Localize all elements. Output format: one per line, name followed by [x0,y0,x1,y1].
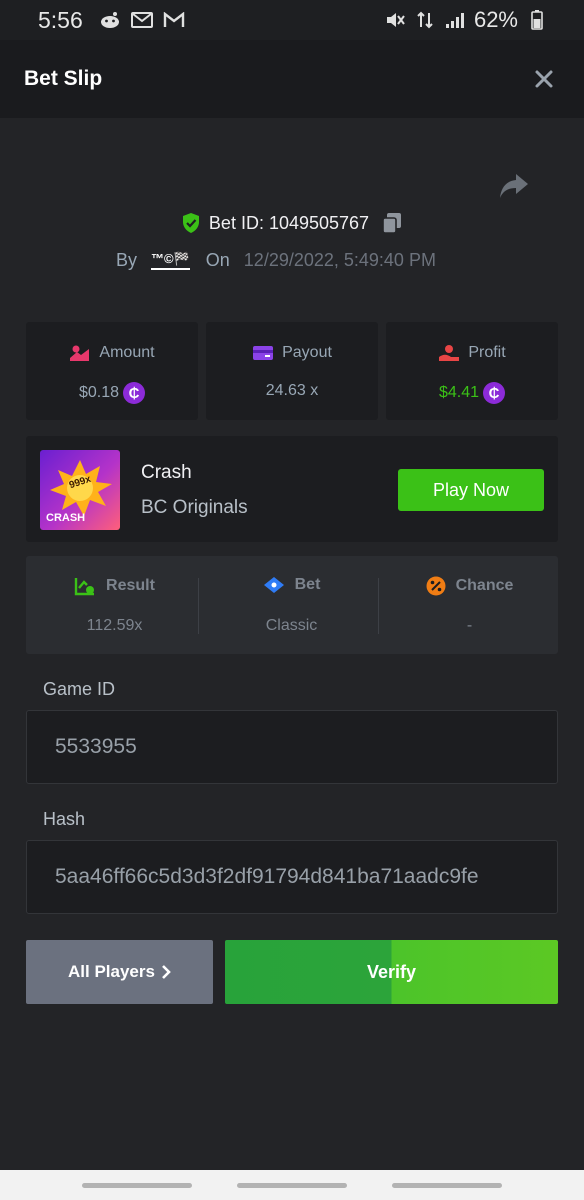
nav-back-button[interactable] [391,1182,502,1188]
amount-card: Amount $0.18 ₵ [26,322,198,420]
game-name: Crash [141,462,192,483]
bet-value: Classic [265,617,318,634]
bet-label: Bet [294,576,321,593]
bet-date: 12/29/2022, 5:49:40 PM [243,250,436,270]
share-button[interactable] [498,172,532,202]
chevron-right-icon [162,965,171,979]
data-icon [414,11,436,29]
chance-label: Chance [455,577,514,594]
gmail-icon [130,11,153,29]
game-id-field[interactable]: 5533955 [26,710,558,784]
username-link[interactable]: ™©🏁 [151,251,190,270]
payout-card: Payout 24.63 x [206,322,378,420]
notification-icons [99,11,185,29]
result-value: 112.59x [86,617,143,634]
payout-label: Payout [282,344,332,361]
profit-label: Profit [468,344,506,361]
reddit-icon [99,11,121,29]
signal-icon [444,11,466,29]
payout-icon [253,346,274,360]
percent-icon [426,576,446,596]
bet-id: Bet ID: 1049505767 [208,212,370,233]
play-now-button[interactable]: Play Now [398,469,544,511]
result-card: Result 112.59x Bet Classic Chance - [26,556,558,654]
profit-icon [439,345,460,361]
close-icon [535,70,553,88]
shield-check-icon [182,213,199,233]
by-label: By [116,250,138,270]
system-nav-bar [0,1170,584,1200]
profit-value: $4.41 [438,384,480,401]
result-column: Result 112.59x [26,556,203,654]
mute-icon [384,11,406,29]
all-players-button[interactable]: All Players [26,940,213,1004]
amount-icon [70,345,90,361]
status-bar: 5:56 62% [0,0,584,40]
on-label: On [205,250,230,270]
bet-meta-row: By ™©🏁 On 12/29/2022, 5:49:40 PM [116,250,436,271]
divider [378,578,379,634]
all-players-label: All Players [68,962,155,981]
bet-slip-header: Bet Slip [0,40,584,118]
amount-label: Amount [99,344,155,361]
game-id-label: Game ID [43,679,116,699]
amount-value: $0.18 [78,384,120,401]
chance-column: Chance - [381,556,558,654]
battery-percent: 62% [473,7,518,32]
nav-recent-button[interactable] [82,1182,193,1188]
status-time: 5:56 [38,6,83,33]
payout-value: 24.63 x [265,382,319,399]
bet-id-row: Bet ID: 1049505767 [0,212,584,234]
battery-icon [526,10,548,30]
thumb-label: CRASH [46,512,86,524]
share-icon [500,174,528,198]
copy-icon[interactable] [381,212,403,234]
profit-card: Profit $4.41 ₵ [386,322,558,420]
hash-label: Hash [43,809,86,829]
verify-button[interactable]: Verify [225,940,558,1004]
bet-ticket-icon [263,577,284,593]
game-provider: BC Originals [141,497,248,518]
hash-field[interactable]: 5aa46ff66c5d3d3f2df91794d841ba71aadc9fe [26,840,558,914]
close-button[interactable] [528,63,560,95]
coin-icon: ₵ [123,382,146,404]
game-card: 999x CRASH Crash BC Originals Play Now [26,436,558,542]
chance-value: - [466,617,473,634]
chart-check-icon [74,578,95,596]
result-label: Result [106,577,155,594]
page-title: Bet Slip [24,67,103,90]
gmail-icon [163,11,185,29]
nav-home-button[interactable] [236,1182,347,1188]
crash-game-thumbnail[interactable]: 999x CRASH [40,450,120,530]
coin-icon: ₵ [483,382,506,404]
divider [198,578,199,634]
bet-column: Bet Classic [203,556,380,654]
